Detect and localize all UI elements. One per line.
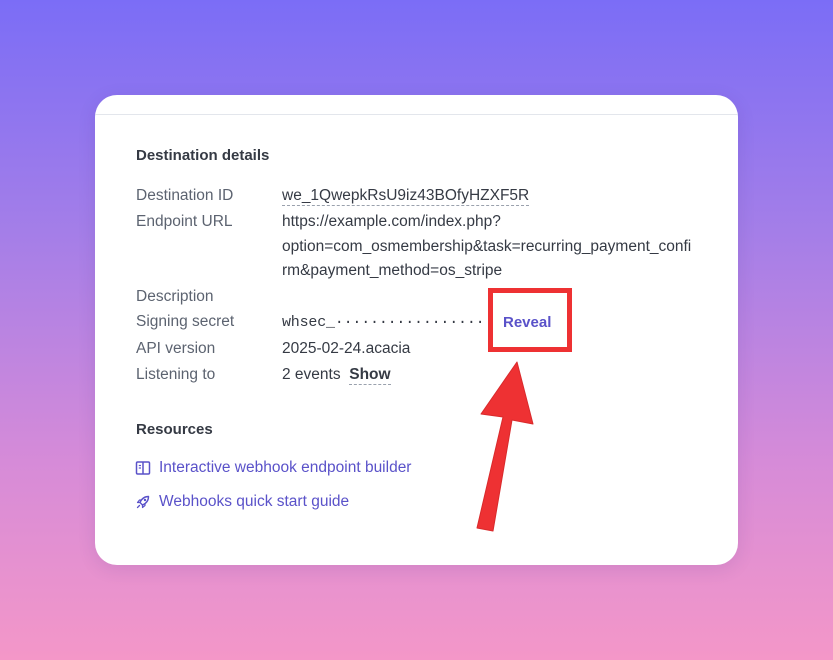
- endpoint-url-label: Endpoint URL: [136, 213, 233, 230]
- book-icon: [135, 461, 151, 475]
- destination-id-text[interactable]: we_1QwepkRsU9iz43BOfyHZXF5R: [282, 187, 530, 206]
- events-count: 2 events: [282, 366, 341, 383]
- signing-secret-masked-value: whsec_·················: [282, 314, 485, 331]
- resource-link-quick-start-guide[interactable]: Webhooks quick start guide: [159, 493, 349, 511]
- resources-heading: Resources: [136, 421, 213, 438]
- api-version-label: API version: [136, 340, 216, 357]
- show-events-button[interactable]: Show: [349, 366, 391, 385]
- reveal-highlight-box: [488, 288, 572, 352]
- signing-secret-label: Signing secret: [136, 313, 235, 330]
- destination-id-label: Destination ID: [136, 187, 234, 204]
- description-label: Description: [136, 288, 214, 305]
- endpoint-url-line-2: option=com_osmembership&task=recurring_p…: [282, 238, 692, 255]
- rocket-icon: [136, 495, 150, 509]
- listening-to-value: 2 events Show: [282, 366, 391, 385]
- destination-details-card: Destination details Destination ID we_1Q…: [95, 95, 738, 565]
- top-divider: [95, 114, 738, 115]
- api-version-value: 2025-02-24.acacia: [282, 340, 411, 357]
- resource-link-webhook-builder[interactable]: Interactive webhook endpoint builder: [159, 459, 411, 477]
- endpoint-url-line-3: rm&payment_method=os_stripe: [282, 262, 503, 279]
- destination-id-value[interactable]: we_1QwepkRsU9iz43BOfyHZXF5R: [282, 187, 530, 206]
- destination-details-heading: Destination details: [136, 147, 270, 164]
- listening-to-label: Listening to: [136, 366, 216, 383]
- endpoint-url-line-1: https://example.com/index.php?: [282, 213, 501, 230]
